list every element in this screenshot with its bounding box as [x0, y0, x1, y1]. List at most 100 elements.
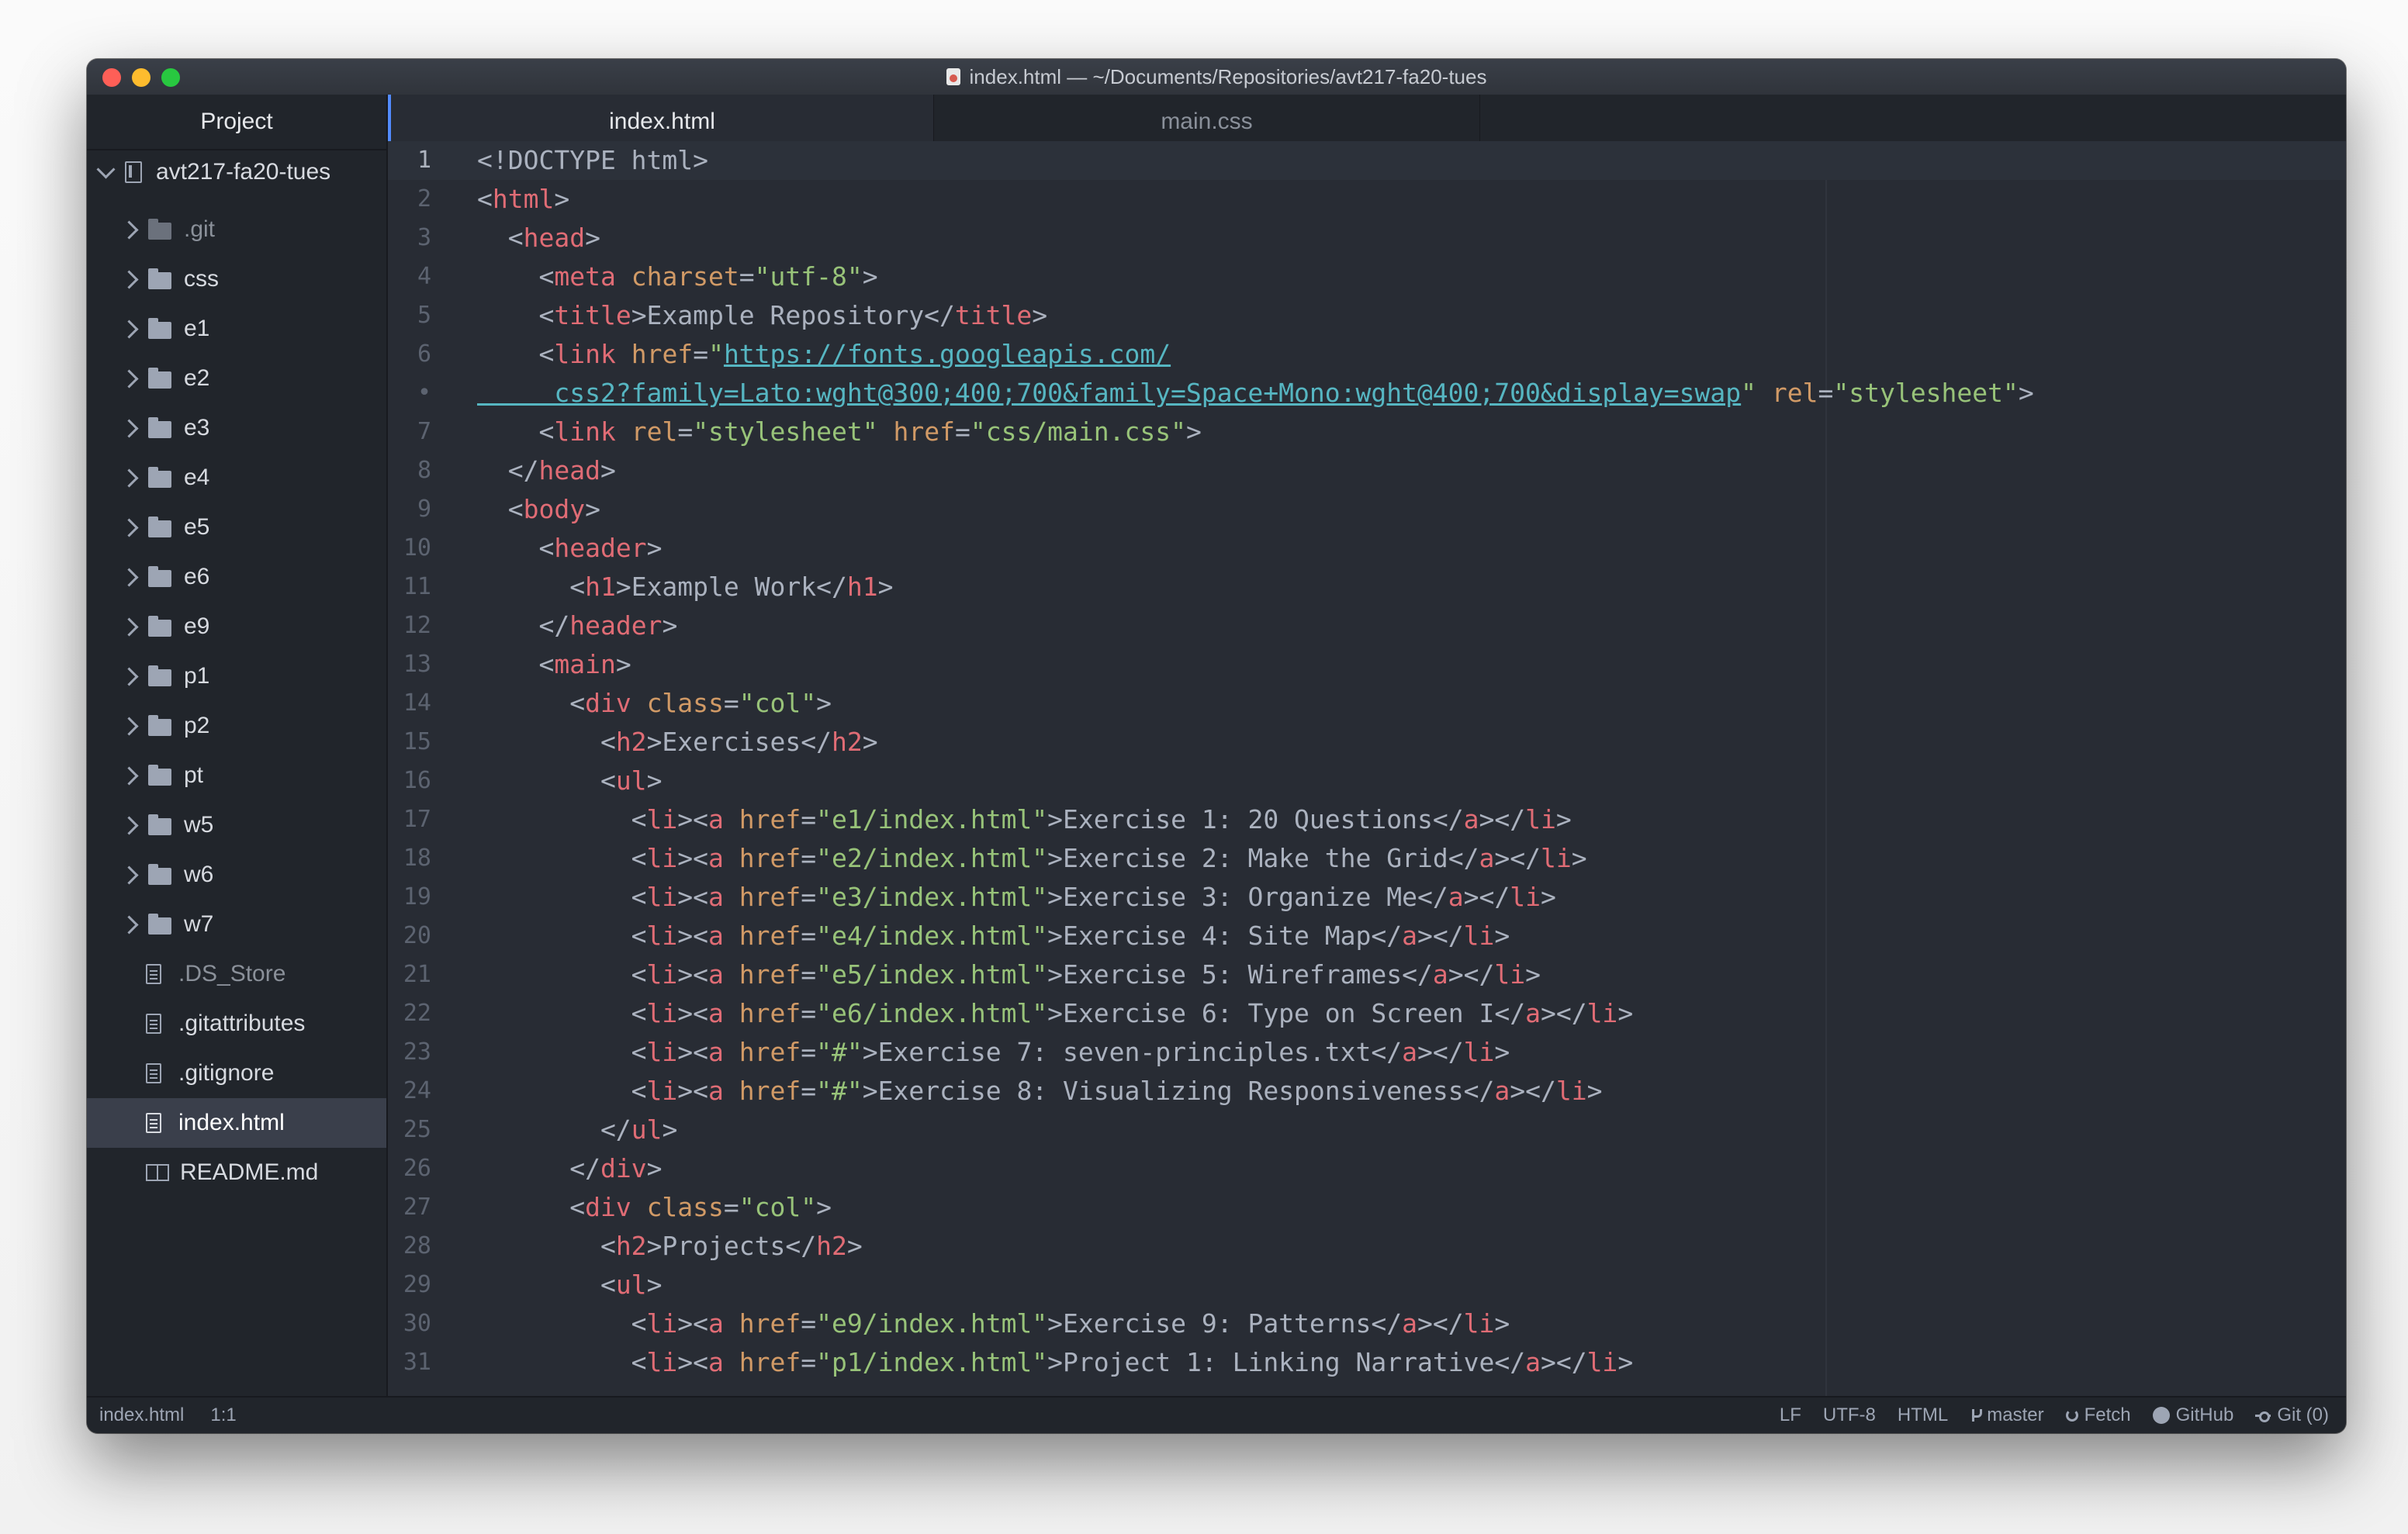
code-token: < — [477, 1076, 647, 1106]
tree-folder[interactable]: e9 — [87, 602, 386, 651]
code-line[interactable]: 31 <li><a href="p1/index.html">Project 1… — [388, 1343, 2346, 1382]
code-line[interactable]: 27 <div class="col"> — [388, 1188, 2346, 1227]
editor-pane: index.html main.css 1 <!DOCTYPE html> 2 <ht… — [388, 95, 2346, 1398]
code-line[interactable]: 5 <title>Example Repository</title> — [388, 296, 2346, 335]
tree-file[interactable]: README.md — [87, 1148, 386, 1197]
tree-folder[interactable]: p2 — [87, 701, 386, 751]
tree-folder[interactable]: w6 — [87, 850, 386, 900]
code-line[interactable]: 13 <main> — [388, 645, 2346, 684]
tree-folder[interactable]: e2 — [87, 354, 386, 403]
code-line[interactable]: 26 </div> — [388, 1149, 2346, 1188]
code-token: href — [739, 1037, 801, 1067]
code-token: h2 — [831, 727, 863, 757]
code-line[interactable]: 11 <h1>Example Work</h1> — [388, 568, 2346, 606]
code-token: = — [739, 261, 755, 292]
code-line[interactable]: 14 <div class="col"> — [388, 684, 2346, 723]
code-token: >Example Work</ — [615, 572, 847, 602]
code-line[interactable]: 19 <li><a href="e3/index.html">Exercise … — [388, 878, 2346, 917]
code-editor[interactable]: 1 <!DOCTYPE html> 2 <html> 3 <head> 4 <meta c… — [388, 141, 2346, 1398]
code-token: = — [801, 882, 817, 912]
status-github[interactable]: GitHub — [2152, 1404, 2233, 1426]
status-line-ending[interactable]: LF — [1780, 1404, 1801, 1426]
code-token: "e2/index.html" — [816, 843, 1048, 873]
code-line[interactable]: 28 <h2>Projects</h2> — [388, 1227, 2346, 1266]
tree-folder[interactable]: e3 — [87, 403, 386, 453]
tree-folder[interactable]: e4 — [87, 453, 386, 503]
code-line[interactable]: 23 <li><a href="#">Exercise 7: seven-pri… — [388, 1033, 2346, 1072]
tree-item-label: e5 — [184, 514, 210, 540]
code-token: = — [954, 416, 970, 447]
tree-folder[interactable]: .git — [87, 205, 386, 254]
tree-item-label: pt — [184, 762, 204, 788]
status-cursor-position[interactable]: 1:1 — [210, 1404, 236, 1426]
code-token: = — [801, 1037, 817, 1067]
tree-file[interactable]: .gitignore — [87, 1049, 386, 1098]
code-line[interactable]: 18 <li><a href="e2/index.html">Exercise … — [388, 839, 2346, 878]
code-line[interactable]: 6 <link href="https://fonts.googleapis.c… — [388, 335, 2346, 374]
tree-file[interactable]: index.html — [87, 1098, 386, 1148]
status-grammar[interactable]: HTML — [1898, 1404, 1948, 1426]
code-token: a — [708, 882, 724, 912]
code-token: a — [1448, 882, 1464, 912]
code-line[interactable]: 29 <ul> — [388, 1266, 2346, 1304]
file-icon — [146, 964, 161, 984]
code-line[interactable]: 22 <li><a href="e6/index.html">Exercise … — [388, 994, 2346, 1033]
tree-folder[interactable]: css — [87, 254, 386, 304]
code-line[interactable]: 8 </head> — [388, 451, 2346, 490]
status-git[interactable]: Git (0) — [2255, 1404, 2329, 1426]
code-token: li — [1586, 998, 1618, 1028]
status-file-name[interactable]: index.html — [99, 1404, 184, 1426]
code-token: >Exercises</ — [646, 727, 832, 757]
code-line[interactable]: 21 <li><a href="e5/index.html">Exercise … — [388, 955, 2346, 994]
code-line[interactable]: 25 </ul> — [388, 1111, 2346, 1149]
code-line[interactable]: 3 <head> — [388, 219, 2346, 257]
status-branch[interactable]: master — [1970, 1404, 2044, 1426]
status-fetch[interactable]: Fetch — [2065, 1404, 2131, 1426]
tab-index-html[interactable]: index.html — [388, 95, 934, 141]
code-token: > — [646, 1153, 663, 1183]
code-line[interactable]: 10 <header> — [388, 529, 2346, 568]
folder-icon — [148, 368, 171, 389]
code-line[interactable]: 7 <link rel="stylesheet" href="css/main.… — [388, 413, 2346, 451]
code-line[interactable]: 15 <h2>Exercises</h2> — [388, 723, 2346, 762]
code-text: <li><a href="e1/index.html">Exercise 1: … — [477, 800, 1572, 839]
tree-folder[interactable]: e1 — [87, 304, 386, 354]
code-line[interactable]: 16 <ul> — [388, 762, 2346, 800]
code-line[interactable]: 9 <body> — [388, 490, 2346, 529]
code-token: div — [585, 688, 631, 718]
code-line[interactable]: 2 <html> — [388, 180, 2346, 219]
project-root[interactable]: avt217-fa20-tues — [87, 150, 386, 194]
tree-folder[interactable]: e6 — [87, 552, 386, 602]
code-line[interactable]: 30 <li><a href="e9/index.html">Exercise … — [388, 1304, 2346, 1343]
tree-item-label: e6 — [184, 564, 210, 589]
code-token: a — [1402, 1037, 1418, 1067]
code-line[interactable]: 12 </header> — [388, 606, 2346, 645]
code-text: <link rel="stylesheet" href="css/main.cs… — [477, 413, 1201, 451]
code-line[interactable]: 4 <meta charset="utf-8"> — [388, 257, 2346, 296]
code-line[interactable]: 17 <li><a href="e1/index.html">Exercise … — [388, 800, 2346, 839]
git-branch-icon — [1970, 1408, 1983, 1423]
project-panel-header[interactable]: Project — [87, 95, 386, 150]
code-token: a — [1432, 959, 1448, 990]
code-token: > — [615, 649, 631, 679]
code-token: </ — [477, 1114, 631, 1145]
tab-main-css[interactable]: main.css — [934, 95, 1480, 141]
tree-folder[interactable]: w7 — [87, 900, 386, 949]
tree-folder[interactable]: pt — [87, 751, 386, 800]
code-line[interactable]: 1 <!DOCTYPE html> — [388, 141, 2346, 180]
code-line[interactable]: • css2?family=Lato:wght@300;400;700&fami… — [388, 374, 2346, 413]
code-line[interactable]: 20 <li><a href="e4/index.html">Exercise … — [388, 917, 2346, 955]
code-token: ></ — [1417, 921, 1464, 951]
code-token: < — [477, 1270, 616, 1300]
code-token: href — [893, 416, 955, 447]
code-line[interactable]: 24 <li><a href="#">Exercise 8: Visualizi… — [388, 1072, 2346, 1111]
tree-folder[interactable]: w5 — [87, 800, 386, 850]
project-tree-panel: Project avt217-fa20-tues .git css e1 e2 e3 e4… — [87, 95, 388, 1398]
status-encoding[interactable]: UTF-8 — [1823, 1404, 1876, 1426]
tree-file[interactable]: .DS_Store — [87, 949, 386, 999]
tree-file[interactable]: .gitattributes — [87, 999, 386, 1049]
tree-folder[interactable]: p1 — [87, 651, 386, 701]
tree-folder[interactable]: e5 — [87, 503, 386, 552]
